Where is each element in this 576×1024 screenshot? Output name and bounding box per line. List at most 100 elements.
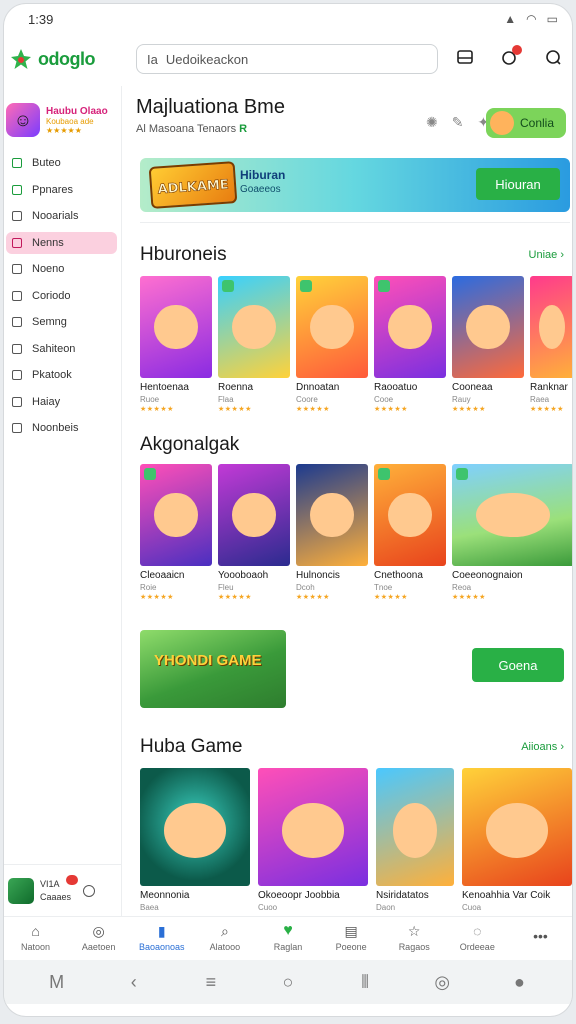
banner-button[interactable]: Hiouran [476, 168, 560, 200]
section-title: Akgonalgak [140, 434, 240, 455]
chat-button[interactable] [536, 44, 570, 74]
app-logo[interactable]: odoglo [4, 48, 132, 70]
sidebar-item-buteo[interactable]: Buteo [6, 152, 117, 174]
rating-stars: ★★★★★ [530, 406, 564, 413]
sidebar-item-nooarials[interactable]: Nooarials [6, 205, 117, 227]
character-art [486, 803, 548, 858]
game-card[interactable]: Meonnonia Baea [140, 768, 250, 912]
bottom-nav-item[interactable]: ◌ Ordeeae [446, 917, 509, 958]
character-art [388, 304, 432, 350]
bottom-nav-item[interactable]: ◎ Aaetoen [67, 917, 130, 958]
game-subtitle: Reoa [452, 583, 472, 592]
banner-logo-text: ADLKAME [157, 178, 229, 198]
back-icon[interactable]: ‹ [122, 970, 146, 994]
game-card[interactable]: Coeeonognaion Reoa ★★★★★ [452, 464, 572, 604]
recents-icon[interactable]: ⦀ [353, 970, 377, 994]
phone-screen: 1:39 ▲ ◠ ▭ odoglo Ia Uedoikeackon ☺ Haub… [4, 4, 572, 1016]
game-card[interactable]: Cleoaaicn Roie ★★★★★ [140, 464, 212, 604]
game-card[interactable]: Cooneaa Rauy ★★★★★ [452, 276, 524, 416]
game-card[interactable]: Dnnoatan Coore ★★★★★ [296, 276, 368, 416]
sidebar-item-label: Nenns [32, 236, 64, 249]
pin-icon[interactable]: ✎ [452, 114, 464, 131]
sidebar-item-noonbeis[interactable]: Noonbeis [6, 417, 117, 439]
game-card[interactable]: Okoeoopr Joobbia Cuoo [258, 768, 368, 912]
banner-subtitle: Goaeeos [240, 184, 281, 195]
sidebar-profile[interactable]: ☺ Haubu Olaao Koubaoa ade ★★★★★ [4, 86, 121, 152]
game-card[interactable]: Hentoenaa Ruoe ★★★★★ [140, 276, 212, 416]
section-title: Hburoneis [140, 244, 227, 265]
badge-icon [222, 280, 234, 292]
game-thumbnail [452, 276, 524, 378]
feature-icons: ✺ ✎ ✦ [426, 114, 489, 131]
game-thumbnail [218, 276, 290, 378]
game-subtitle: Cuoo [258, 903, 278, 912]
badge-icon [378, 468, 390, 480]
bottom-nav-item-active[interactable]: ▮ Baoaonoas [130, 917, 193, 958]
rating-stars: ★★★★★ [374, 594, 408, 601]
character-art [393, 803, 437, 858]
game-title: Dnnoatan [296, 382, 340, 393]
sidebar-item-nenns[interactable]: Nenns [6, 231, 117, 254]
chip-label: Conlia [520, 116, 555, 130]
search-input[interactable]: Ia Uedoikeackon [136, 44, 438, 74]
menu-icon[interactable]: ≡ [199, 970, 223, 994]
sidebar-item-ppnares[interactable]: Ppnares [6, 179, 117, 201]
game-thumbnail [296, 276, 368, 378]
sidebar-item-sahiteon[interactable]: Sahiteon [6, 338, 117, 360]
main-content: Majluationa Bme Al Masoana Tenaors R ✺ ✎… [124, 86, 572, 916]
chat-icon [545, 49, 561, 70]
game-card[interactable]: Ranknar Raea ★★★★★ [530, 276, 572, 416]
settings-icon[interactable]: ✺ [426, 114, 438, 131]
game-thumbnail [462, 768, 572, 886]
rating-stars: ★★★★★ [296, 406, 330, 413]
notification-button[interactable] [492, 44, 526, 74]
user-menu-icon[interactable] [83, 884, 96, 897]
game-card[interactable]: Yoooboaoh Fleu ★★★★★ [218, 464, 290, 604]
sidebar-item-pkatook[interactable]: Pkatook [6, 364, 117, 386]
sidebar-item-haiay[interactable]: Haiay [6, 391, 117, 413]
home-circle-icon[interactable]: ○ [276, 970, 300, 994]
tablet-button[interactable] [448, 44, 482, 74]
assistant-icon[interactable]: ◎ [430, 970, 454, 994]
game-card[interactable]: Raooatuo Cooe ★★★★★ [374, 276, 446, 416]
dot-icon[interactable]: ● [507, 970, 531, 994]
status-bar: 1:39 ▲ ◠ ▭ [4, 4, 572, 34]
sidebar-item-semng[interactable]: Semng [6, 311, 117, 333]
game-card[interactable]: Hulnoncis Dcoh ★★★★★ [296, 464, 368, 604]
character-art [154, 492, 198, 538]
see-more-label: Uniae [528, 249, 558, 261]
sidebar-item-coriodo[interactable]: Coriodo [6, 285, 117, 307]
see-more-link[interactable]: Uniae › [529, 249, 564, 261]
see-more-label: Aiioans [521, 741, 558, 753]
rating-stars: ★★★★★ [218, 406, 252, 413]
badge-icon [300, 280, 312, 292]
game-subtitle: Tnoe [374, 583, 393, 592]
character-art [282, 803, 344, 858]
game-thumbnail [376, 768, 454, 886]
game-card[interactable]: Cnethoona Tnoe ★★★★★ [374, 464, 446, 604]
game-thumbnail [452, 464, 572, 566]
bottom-nav-item[interactable]: ☆ Ragaos [383, 917, 446, 958]
bottom-nav-item[interactable]: ♥ Raglan [256, 917, 319, 958]
bottom-nav-item-more[interactable]: ••• [509, 917, 572, 958]
sidebar-user[interactable]: VI1A Caaaes [4, 864, 121, 916]
sidebar-item-noeno[interactable]: Noeno [6, 258, 117, 280]
game-subtitle: Ruoe [140, 395, 160, 404]
promo-banner[interactable]: ADLKAME Hiburan Goaeeos Hiouran [140, 158, 570, 212]
character-art [388, 492, 432, 538]
game-card[interactable]: Nsiridatatos Daon [376, 768, 454, 912]
bottom-nav-item[interactable]: ⌕ Alatooo [193, 917, 256, 958]
bottom-nav-label: Ragaos [398, 942, 430, 952]
promo-button[interactable]: Goena [472, 648, 564, 682]
promo-image[interactable]: YHONDI GAME [140, 630, 286, 708]
feature-chip-button[interactable]: Conlia [486, 108, 566, 138]
see-more-link[interactable]: Aiioans › [521, 741, 564, 753]
game-subtitle: Cooe [374, 395, 394, 404]
bottom-nav-item[interactable]: ⌂ Natoon [4, 917, 67, 958]
bottom-nav-item[interactable]: ▤ Poeone [320, 917, 383, 958]
wifi-icon: ◠ [526, 12, 537, 26]
logo-text: odoglo [38, 48, 95, 69]
game-card[interactable]: Roenna Flaa ★★★★★ [218, 276, 290, 416]
game-card[interactable]: Kenoahhia Var Coik Cuoa [462, 768, 572, 912]
m-icon[interactable]: M [45, 970, 69, 994]
